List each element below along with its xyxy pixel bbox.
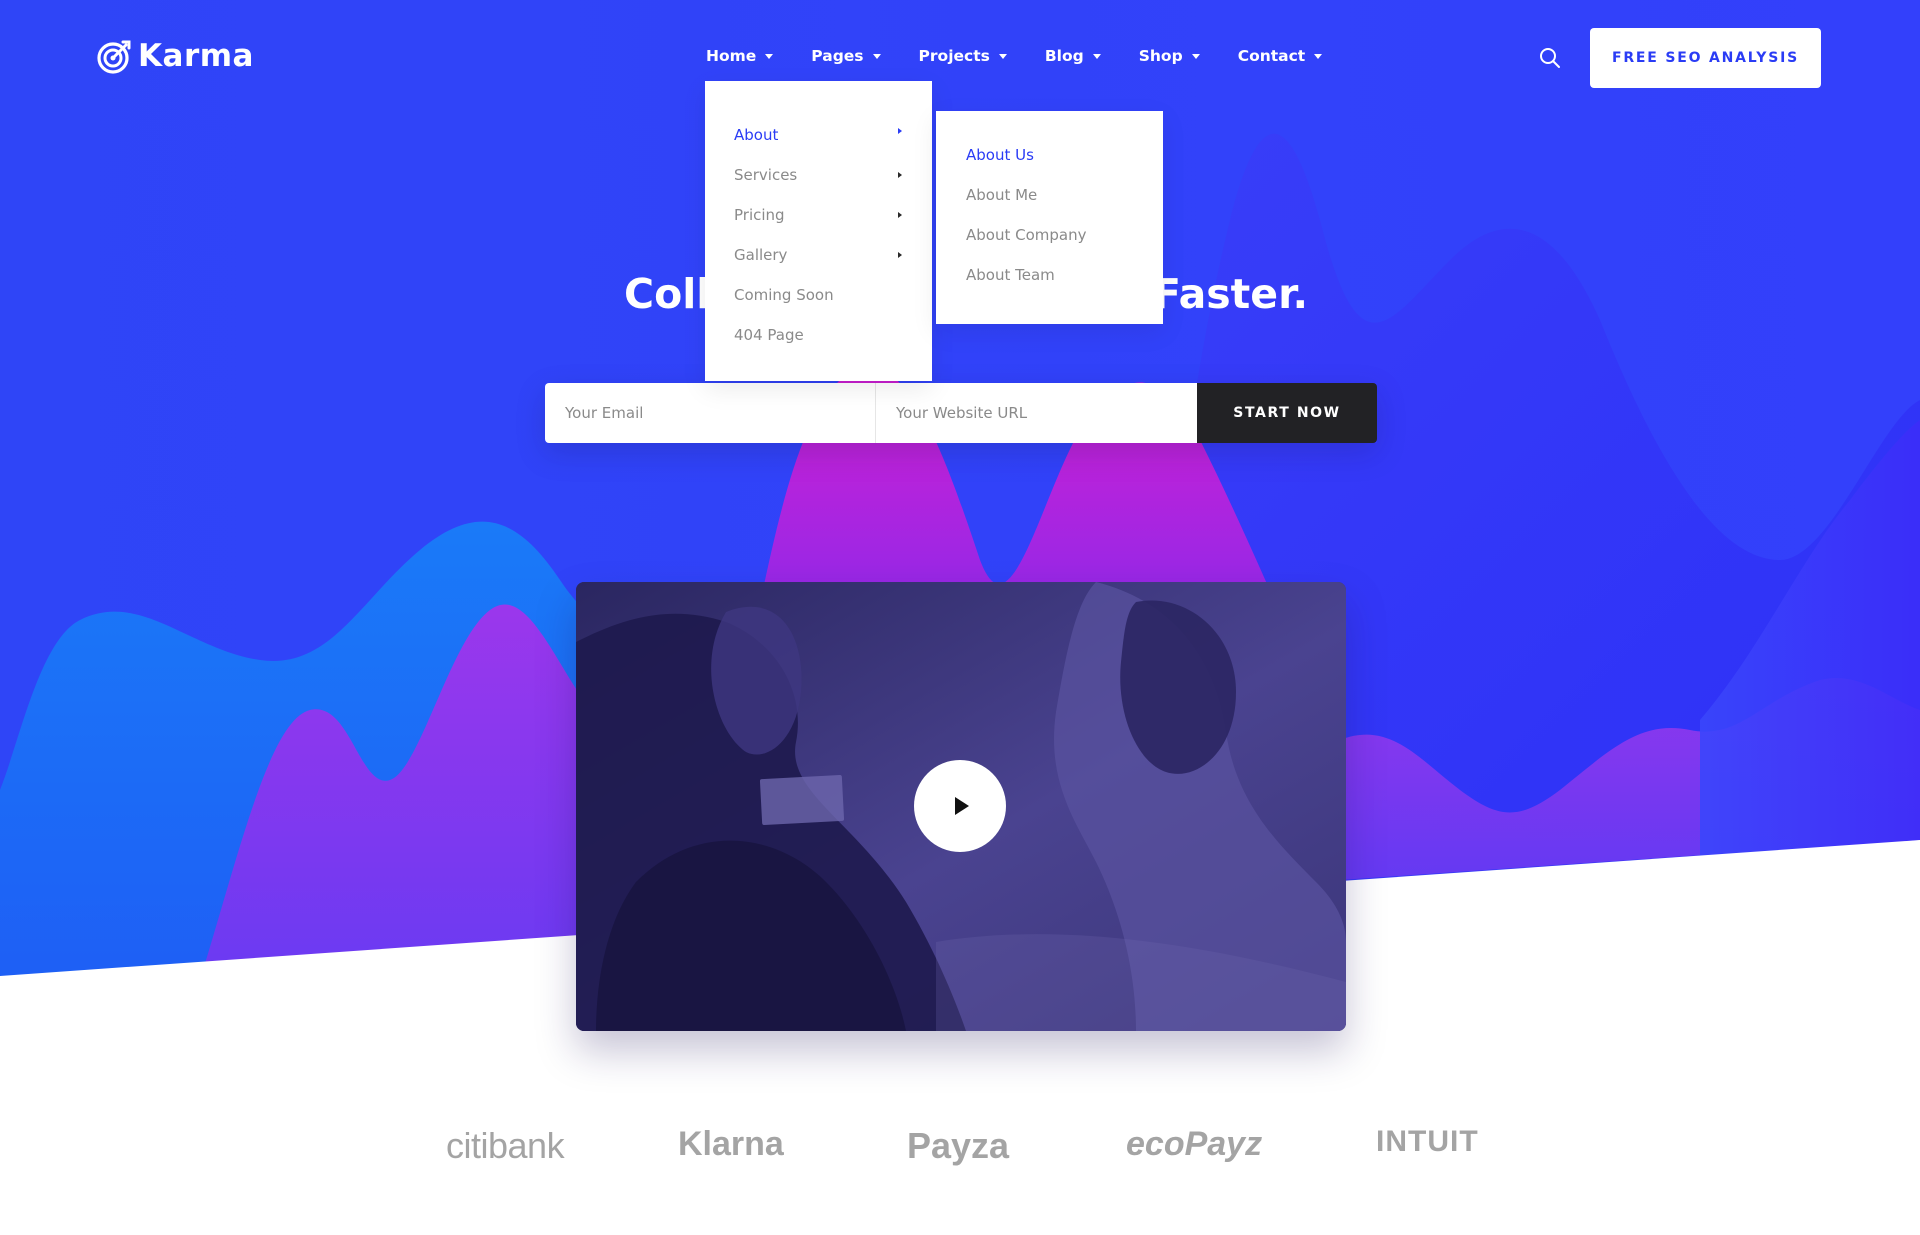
about-submenu: About Us About Me About Company About Te… <box>936 111 1163 324</box>
nav-item-label: Pages <box>811 47 864 65</box>
main-nav: Home Pages Projects Blog Shop Contact <box>706 47 1323 65</box>
brand-logo[interactable]: Karma <box>97 38 254 74</box>
dropdown-item-pricing[interactable]: Pricing <box>705 195 932 235</box>
play-button[interactable] <box>914 760 1006 852</box>
pages-dropdown-menu: About Services Pricing Gallery Coming So… <box>705 81 932 381</box>
nav-item-label: Contact <box>1237 47 1306 65</box>
submenu-item-about-me[interactable]: About Me <box>936 175 1163 215</box>
client-logo-ecopayz: ecoPayz <box>1126 1125 1263 1163</box>
headline-right: Faster. <box>1153 270 1309 318</box>
nav-item-label: Projects <box>918 47 990 65</box>
caret-down-icon <box>872 53 881 59</box>
dropdown-item-label: Services <box>734 166 798 184</box>
nav-item-shop[interactable]: Shop <box>1139 47 1200 65</box>
dropdown-item-label: About <box>734 126 779 144</box>
dropdown-item-label: Coming Soon <box>734 286 834 304</box>
dropdown-item-coming-soon[interactable]: Coming Soon <box>705 275 932 315</box>
dropdown-item-gallery[interactable]: Gallery <box>705 235 932 275</box>
video-player[interactable] <box>576 582 1346 1031</box>
caret-down-icon <box>1092 53 1101 59</box>
headline-left: Coll <box>624 270 711 318</box>
nav-item-label: Blog <box>1044 47 1084 65</box>
nav-item-pages[interactable]: Pages <box>811 47 881 65</box>
client-logo-citibank: citibank <box>446 1125 565 1166</box>
caret-right-icon <box>898 128 902 134</box>
submenu-item-about-us[interactable]: About Us <box>936 135 1163 175</box>
caret-right-icon <box>898 252 902 258</box>
caret-right-icon <box>898 212 902 218</box>
caret-down-icon <box>1191 53 1200 59</box>
caret-down-icon <box>1314 53 1323 59</box>
dropdown-item-label: Pricing <box>734 206 785 224</box>
nav-item-label: Shop <box>1138 47 1183 65</box>
nav-item-blog[interactable]: Blog <box>1045 47 1101 65</box>
signup-form: START NOW <box>545 383 1377 443</box>
brand-name: Karma <box>138 38 254 74</box>
nav-item-contact[interactable]: Contact <box>1238 47 1323 65</box>
client-logo-klarna: Klarna <box>678 1125 784 1163</box>
nav-item-home[interactable]: Home <box>706 47 774 65</box>
client-logo-intuit: INTUIT <box>1376 1125 1479 1158</box>
dropdown-item-services[interactable]: Services <box>705 155 932 195</box>
nav-item-label: Home <box>706 47 757 65</box>
dropdown-item-label: Gallery <box>734 246 788 264</box>
nav-item-projects[interactable]: Projects <box>919 47 1007 65</box>
start-now-button[interactable]: START NOW <box>1197 383 1377 443</box>
play-icon <box>955 797 969 815</box>
caret-down-icon <box>998 53 1007 59</box>
dropdown-item-about[interactable]: About <box>705 115 932 155</box>
website-url-input[interactable] <box>876 383 1197 443</box>
client-logos: citibank Klarna Payza ecoPayz INTUIT <box>0 1115 1920 1175</box>
free-seo-analysis-button[interactable]: FREE SEO ANALYSIS <box>1590 28 1821 88</box>
caret-down-icon <box>765 53 774 59</box>
submenu-item-about-company[interactable]: About Company <box>936 215 1163 255</box>
search-button[interactable] <box>1539 47 1561 69</box>
client-logo-payza: Payza <box>907 1125 1010 1166</box>
dropdown-item-label: 404 Page <box>734 326 804 344</box>
email-input[interactable] <box>545 383 876 443</box>
dropdown-item-404-page[interactable]: 404 Page <box>705 315 932 355</box>
target-icon <box>97 40 131 74</box>
caret-right-icon <box>898 172 902 178</box>
search-icon <box>1540 48 1560 68</box>
submenu-item-about-team[interactable]: About Team <box>936 255 1163 295</box>
